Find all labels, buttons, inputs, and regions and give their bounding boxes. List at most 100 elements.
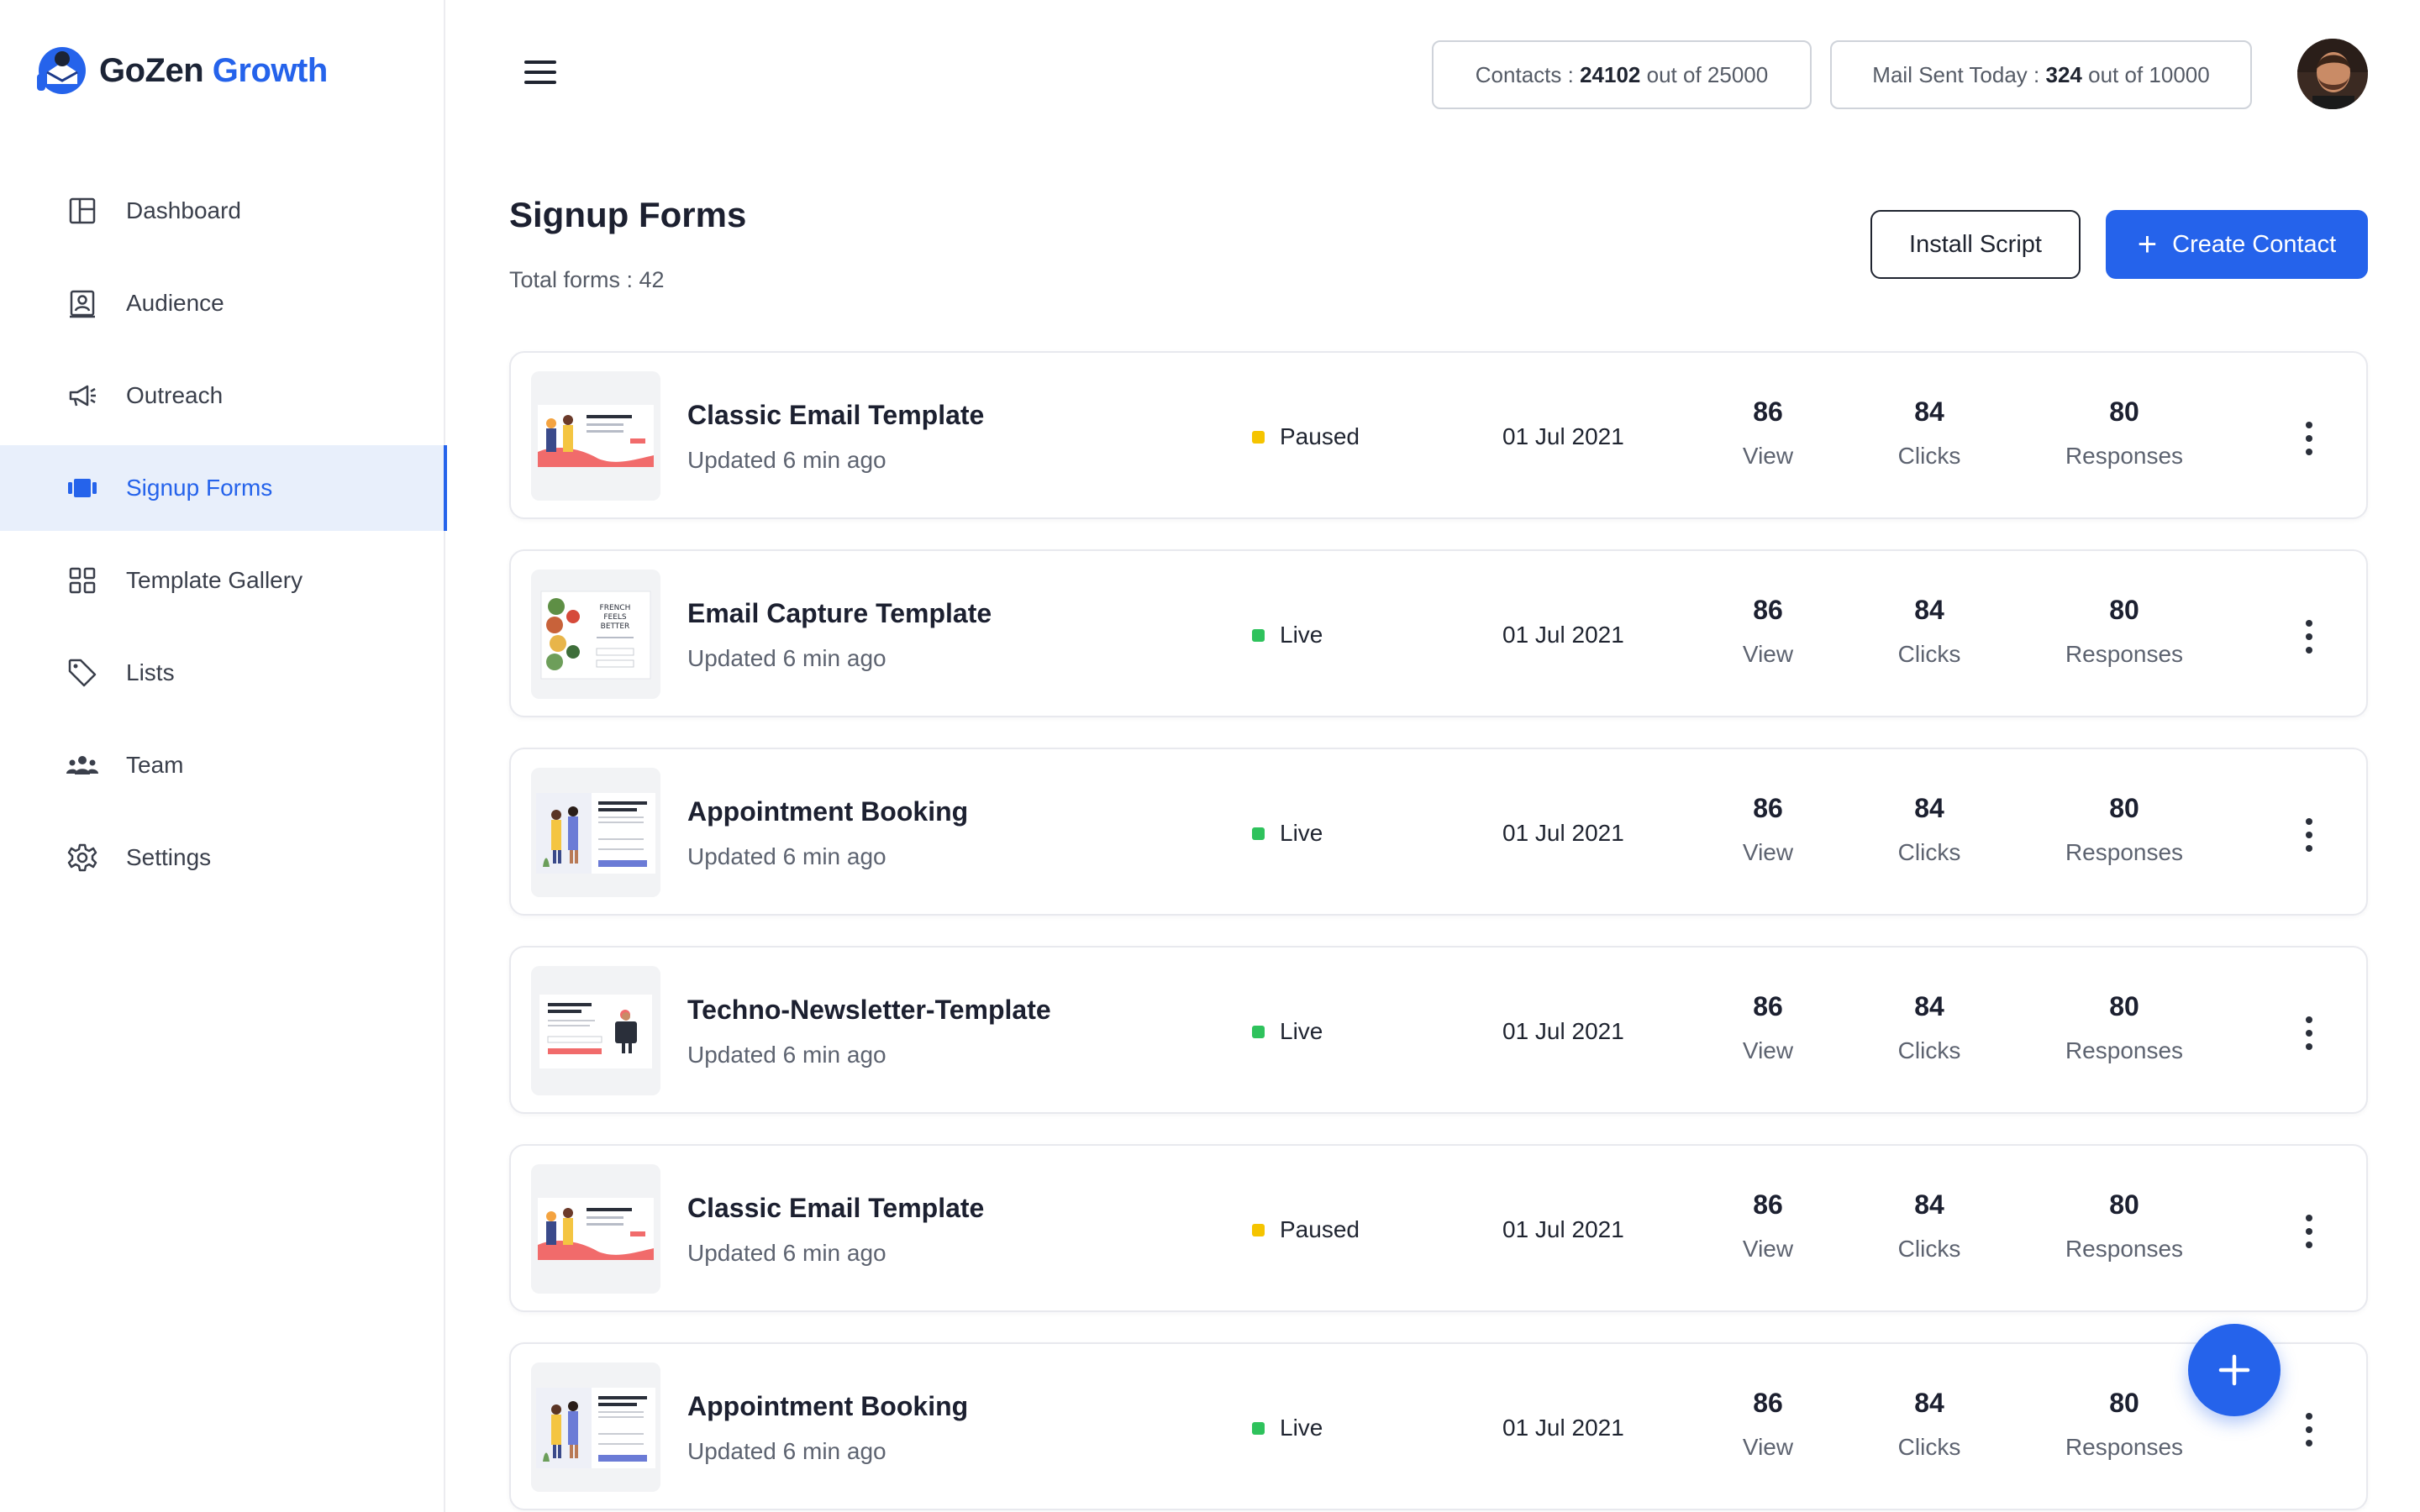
form-views-label: View: [1742, 443, 1794, 469]
form-title[interactable]: Appointment Booking: [687, 1391, 968, 1422]
more-options-icon[interactable]: [2294, 418, 2324, 459]
sidebar: GoZen Growth Dashboard Audience Outreach: [0, 0, 447, 1512]
form-views-label: View: [1742, 839, 1794, 865]
forms-list: Classic Email Template Updated 6 min ago…: [509, 351, 2368, 1512]
mail-usage-badge: Mail Sent Today : 324 out of 10000: [1830, 40, 2252, 109]
form-responses-label: Responses: [2065, 1037, 2184, 1063]
form-views-count: 86: [1753, 1388, 1783, 1418]
brand-logo-icon: [37, 47, 86, 94]
more-options-icon[interactable]: [2294, 617, 2324, 657]
form-views: 86 View: [1684, 1388, 1852, 1461]
form-thumbnail[interactable]: [531, 1362, 660, 1492]
sidebar-item-dashboard[interactable]: Dashboard: [0, 168, 445, 254]
form-thumbnail[interactable]: [531, 371, 660, 501]
form-responses-label: Responses: [2065, 443, 2184, 469]
form-responses-label: Responses: [2065, 839, 2184, 865]
form-title[interactable]: Email Capture Template: [687, 598, 992, 629]
form-date: 01 Jul 2021: [1502, 622, 1624, 648]
form-card[interactable]: Techno-Newsletter-Template Updated 6 min…: [509, 946, 2368, 1114]
form-responses-count: 80: [2109, 396, 2139, 427]
form-card[interactable]: Appointment Booking Updated 6 min ago Li…: [509, 1342, 2368, 1510]
form-clicks-count: 84: [1914, 1189, 1944, 1220]
add-form-fab[interactable]: [2188, 1324, 2281, 1416]
sidebar-item-label: Signup Forms: [126, 475, 273, 501]
brand-logo[interactable]: GoZen Growth: [35, 44, 328, 97]
sidebar-item-label: Settings: [126, 844, 212, 870]
create-contact-label: Create Contact: [2172, 230, 2337, 258]
contacts-usage-badge: Contacts : 24102 out of 25000: [1432, 40, 1812, 109]
status-dot-icon: [1252, 827, 1265, 840]
form-views-label: View: [1742, 641, 1794, 667]
create-contact-button[interactable]: + Create Contact: [2106, 210, 2368, 279]
form-status: Live: [1252, 622, 1323, 648]
form-thumbnail[interactable]: [531, 966, 660, 1095]
form-card[interactable]: Classic Email Template Updated 6 min ago…: [509, 351, 2368, 519]
sidebar-item-label: Team: [126, 752, 184, 778]
form-title[interactable]: Classic Email Template: [687, 1193, 984, 1224]
status-dot-icon: [1252, 1223, 1265, 1236]
form-status: Live: [1252, 1415, 1323, 1441]
form-title[interactable]: Appointment Booking: [687, 796, 968, 827]
form-responses: 80 Responses: [2040, 1189, 2208, 1263]
install-script-button[interactable]: Install Script: [1870, 210, 2081, 279]
sidebar-item-team[interactable]: Team: [0, 722, 445, 808]
contacts-label: Contacts :: [1475, 61, 1574, 87]
form-clicks-count: 84: [1914, 396, 1944, 427]
form-status-label: Live: [1280, 1018, 1323, 1044]
form-updated: Updated 6 min ago: [687, 645, 886, 671]
form-card[interactable]: Appointment Booking Updated 6 min ago Li…: [509, 748, 2368, 916]
form-thumbnail[interactable]: [531, 1164, 660, 1294]
form-status-label: Paused: [1280, 423, 1360, 449]
total-forms-count: Total forms : 42: [509, 267, 665, 292]
more-options-icon[interactable]: [2294, 815, 2324, 855]
sidebar-item-template-gallery[interactable]: Template Gallery: [0, 538, 445, 623]
sidebar-item-lists[interactable]: Lists: [0, 630, 445, 716]
form-clicks-label: Clicks: [1897, 1434, 1961, 1460]
form-updated: Updated 6 min ago: [687, 1042, 886, 1068]
form-views: 86 View: [1684, 793, 1852, 866]
form-responses-count: 80: [2109, 595, 2139, 625]
menu-toggle-icon[interactable]: [524, 60, 561, 89]
sidebar-item-signup-forms[interactable]: Signup Forms: [0, 445, 447, 531]
form-clicks-label: Clicks: [1897, 1037, 1961, 1063]
form-views-label: View: [1742, 1037, 1794, 1063]
user-avatar[interactable]: [2297, 39, 2368, 109]
form-responses: 80 Responses: [2040, 1388, 2208, 1461]
form-clicks: 84 Clicks: [1845, 1189, 2013, 1263]
dashboard-icon: [66, 194, 99, 228]
form-responses: 80 Responses: [2040, 595, 2208, 668]
form-date: 01 Jul 2021: [1502, 1415, 1624, 1441]
form-status-label: Live: [1280, 1415, 1323, 1441]
more-options-icon[interactable]: [2294, 1211, 2324, 1252]
status-dot-icon: [1252, 1025, 1265, 1038]
sidebar-item-outreach[interactable]: Outreach: [0, 353, 445, 438]
form-thumbnail[interactable]: FRENCH FEELS BETTER: [531, 570, 660, 699]
form-views: 86 View: [1684, 991, 1852, 1064]
sidebar-item-label: Outreach: [126, 382, 224, 408]
form-card[interactable]: FRENCH FEELS BETTER Email Capture Template…: [509, 549, 2368, 717]
form-responses: 80 Responses: [2040, 991, 2208, 1064]
more-options-icon[interactable]: [2294, 1410, 2324, 1450]
form-status: Live: [1252, 1018, 1323, 1045]
form-clicks-label: Clicks: [1897, 443, 1961, 469]
form-views: 86 View: [1684, 1189, 1852, 1263]
more-options-icon[interactable]: [2294, 1013, 2324, 1053]
status-dot-icon: [1252, 1421, 1265, 1435]
form-thumbnail[interactable]: [531, 768, 660, 897]
form-updated: Updated 6 min ago: [687, 843, 886, 869]
form-status-label: Live: [1280, 820, 1323, 846]
sidebar-item-audience[interactable]: Audience: [0, 260, 445, 346]
grid-icon: [66, 564, 99, 597]
sidebar-item-settings[interactable]: Settings: [0, 815, 445, 900]
form-title[interactable]: Techno-Newsletter-Template: [687, 995, 1051, 1026]
form-views-count: 86: [1753, 1189, 1783, 1220]
form-responses: 80 Responses: [2040, 396, 2208, 470]
form-title[interactable]: Classic Email Template: [687, 400, 984, 431]
form-responses-count: 80: [2109, 1189, 2139, 1220]
page-title: Signup Forms: [509, 195, 747, 234]
form-card[interactable]: Classic Email Template Updated 6 min ago…: [509, 1144, 2368, 1312]
form-status-label: Live: [1280, 622, 1323, 648]
form-responses-count: 80: [2109, 793, 2139, 823]
brand-name-part2: Growth: [212, 51, 328, 89]
form-date: 01 Jul 2021: [1502, 1216, 1624, 1242]
